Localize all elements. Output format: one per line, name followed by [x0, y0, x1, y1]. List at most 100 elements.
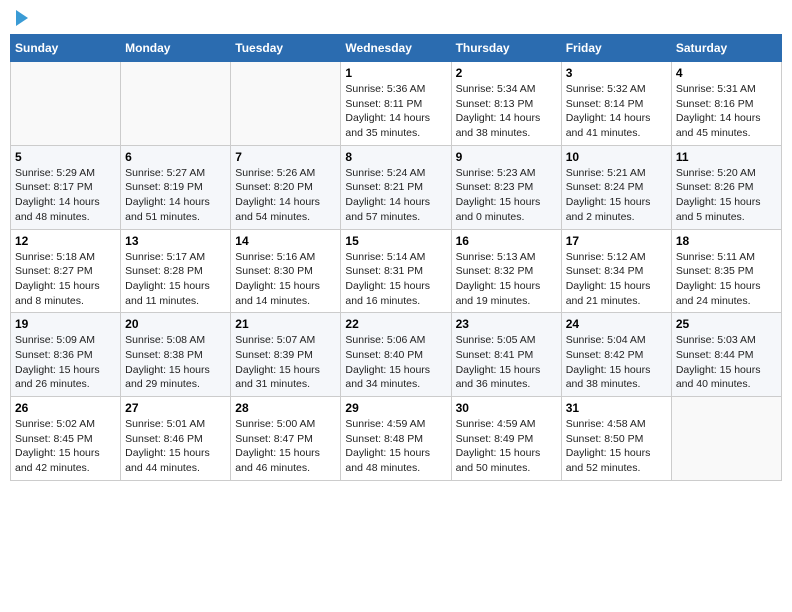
day-number: 5	[15, 150, 116, 164]
day-info: Sunrise: 5:34 AMSunset: 8:13 PMDaylight:…	[456, 82, 557, 141]
day-number: 21	[235, 317, 336, 331]
day-info: Sunrise: 4:59 AMSunset: 8:49 PMDaylight:…	[456, 417, 557, 476]
day-number: 18	[676, 234, 777, 248]
day-number: 17	[566, 234, 667, 248]
calendar-cell	[671, 397, 781, 481]
calendar-cell	[231, 62, 341, 146]
day-info: Sunrise: 4:58 AMSunset: 8:50 PMDaylight:…	[566, 417, 667, 476]
day-number: 26	[15, 401, 116, 415]
calendar-cell: 22Sunrise: 5:06 AMSunset: 8:40 PMDayligh…	[341, 313, 451, 397]
day-number: 4	[676, 66, 777, 80]
day-number: 27	[125, 401, 226, 415]
day-number: 15	[345, 234, 446, 248]
day-number: 2	[456, 66, 557, 80]
calendar-cell: 14 Sunrise: 5:16 AMSunset: 8:30 PMDayligh…	[231, 229, 341, 313]
calendar-cell: 15Sunrise: 5:14 AMSunset: 8:31 PMDayligh…	[341, 229, 451, 313]
day-number: 1	[345, 66, 446, 80]
day-info: Sunrise: 4:59 AMSunset: 8:48 PMDaylight:…	[345, 417, 446, 476]
calendar-cell: 20Sunrise: 5:08 AMSunset: 8:38 PMDayligh…	[121, 313, 231, 397]
logo-arrow-icon	[16, 10, 28, 26]
calendar-cell	[121, 62, 231, 146]
day-info: Sunrise: 5:23 AMSunset: 8:23 PMDaylight:…	[456, 166, 557, 225]
day-number: 19	[15, 317, 116, 331]
calendar-cell: 16Sunrise: 5:13 AMSunset: 8:32 PMDayligh…	[451, 229, 561, 313]
calendar-cell: 23 Sunrise: 5:05 AMSunset: 8:41 PMDayligh…	[451, 313, 561, 397]
calendar-cell: 2 Sunrise: 5:34 AMSunset: 8:13 PMDaylight…	[451, 62, 561, 146]
weekday-header-friday: Friday	[561, 35, 671, 62]
calendar-cell: 21 Sunrise: 5:07 AMSunset: 8:39 PMDayligh…	[231, 313, 341, 397]
day-number: 10	[566, 150, 667, 164]
calendar-cell: 17 Sunrise: 5:12 AMSunset: 8:34 PMDayligh…	[561, 229, 671, 313]
day-info: Sunrise: 5:18 AMSunset: 8:27 PMDaylight:…	[15, 250, 116, 309]
weekday-header-tuesday: Tuesday	[231, 35, 341, 62]
week-row-4: 26 Sunrise: 5:02 AMSunset: 8:45 PMDayligh…	[11, 397, 782, 481]
calendar-cell: 1 Sunrise: 5:36 AMSunset: 8:11 PMDaylight…	[341, 62, 451, 146]
day-number: 13	[125, 234, 226, 248]
calendar-cell: 8 Sunrise: 5:24 AMSunset: 8:21 PMDaylight…	[341, 145, 451, 229]
weekday-header-saturday: Saturday	[671, 35, 781, 62]
day-number: 7	[235, 150, 336, 164]
day-number: 29	[345, 401, 446, 415]
calendar-cell: 6Sunrise: 5:27 AMSunset: 8:19 PMDaylight…	[121, 145, 231, 229]
calendar-cell: 7Sunrise: 5:26 AMSunset: 8:20 PMDaylight…	[231, 145, 341, 229]
day-number: 14	[235, 234, 336, 248]
day-info: Sunrise: 5:09 AMSunset: 8:36 PMDaylight:…	[15, 333, 116, 392]
day-info: Sunrise: 5:16 AMSunset: 8:30 PMDaylight:…	[235, 250, 336, 309]
calendar-cell: 25 Sunrise: 5:03 AMSunset: 8:44 PMDayligh…	[671, 313, 781, 397]
calendar-cell: 18Sunrise: 5:11 AMSunset: 8:35 PMDayligh…	[671, 229, 781, 313]
day-number: 24	[566, 317, 667, 331]
day-info: Sunrise: 5:00 AMSunset: 8:47 PMDaylight:…	[235, 417, 336, 476]
weekday-header-row: SundayMondayTuesdayWednesdayThursdayFrid…	[11, 35, 782, 62]
day-info: Sunrise: 5:08 AMSunset: 8:38 PMDaylight:…	[125, 333, 226, 392]
day-info: Sunrise: 5:01 AMSunset: 8:46 PMDaylight:…	[125, 417, 226, 476]
calendar-cell: 11Sunrise: 5:20 AMSunset: 8:26 PMDayligh…	[671, 145, 781, 229]
day-number: 31	[566, 401, 667, 415]
weekday-header-monday: Monday	[121, 35, 231, 62]
day-info: Sunrise: 5:31 AMSunset: 8:16 PMDaylight:…	[676, 82, 777, 141]
day-number: 30	[456, 401, 557, 415]
day-number: 3	[566, 66, 667, 80]
day-number: 25	[676, 317, 777, 331]
calendar-cell: 5Sunrise: 5:29 AMSunset: 8:17 PMDaylight…	[11, 145, 121, 229]
day-number: 9	[456, 150, 557, 164]
day-number: 8	[345, 150, 446, 164]
calendar-cell: 29 Sunrise: 4:59 AMSunset: 8:48 PMDayligh…	[341, 397, 451, 481]
day-info: Sunrise: 5:21 AMSunset: 8:24 PMDaylight:…	[566, 166, 667, 225]
calendar-cell: 13 Sunrise: 5:17 AMSunset: 8:28 PMDayligh…	[121, 229, 231, 313]
calendar-table: SundayMondayTuesdayWednesdayThursdayFrid…	[10, 34, 782, 481]
calendar-cell: 28 Sunrise: 5:00 AMSunset: 8:47 PMDayligh…	[231, 397, 341, 481]
day-info: Sunrise: 5:12 AMSunset: 8:34 PMDaylight:…	[566, 250, 667, 309]
calendar-cell: 31 Sunrise: 4:58 AMSunset: 8:50 PMDayligh…	[561, 397, 671, 481]
day-info: Sunrise: 5:36 AMSunset: 8:11 PMDaylight:…	[345, 82, 446, 141]
calendar-cell: 12 Sunrise: 5:18 AMSunset: 8:27 PMDayligh…	[11, 229, 121, 313]
day-number: 28	[235, 401, 336, 415]
day-info: Sunrise: 5:05 AMSunset: 8:41 PMDaylight:…	[456, 333, 557, 392]
day-info: Sunrise: 5:24 AMSunset: 8:21 PMDaylight:…	[345, 166, 446, 225]
weekday-header-sunday: Sunday	[11, 35, 121, 62]
week-row-0: 1 Sunrise: 5:36 AMSunset: 8:11 PMDaylight…	[11, 62, 782, 146]
week-row-3: 19 Sunrise: 5:09 AMSunset: 8:36 PMDayligh…	[11, 313, 782, 397]
weekday-header-thursday: Thursday	[451, 35, 561, 62]
day-info: Sunrise: 5:13 AMSunset: 8:32 PMDaylight:…	[456, 250, 557, 309]
day-info: Sunrise: 5:04 AMSunset: 8:42 PMDaylight:…	[566, 333, 667, 392]
day-number: 6	[125, 150, 226, 164]
day-info: Sunrise: 5:02 AMSunset: 8:45 PMDaylight:…	[15, 417, 116, 476]
calendar-cell: 26 Sunrise: 5:02 AMSunset: 8:45 PMDayligh…	[11, 397, 121, 481]
day-info: Sunrise: 5:17 AMSunset: 8:28 PMDaylight:…	[125, 250, 226, 309]
day-info: Sunrise: 5:03 AMSunset: 8:44 PMDaylight:…	[676, 333, 777, 392]
calendar-cell	[11, 62, 121, 146]
week-row-2: 12 Sunrise: 5:18 AMSunset: 8:27 PMDayligh…	[11, 229, 782, 313]
logo	[14, 10, 28, 26]
day-number: 23	[456, 317, 557, 331]
day-number: 12	[15, 234, 116, 248]
calendar-cell: 19 Sunrise: 5:09 AMSunset: 8:36 PMDayligh…	[11, 313, 121, 397]
calendar-cell: 30 Sunrise: 4:59 AMSunset: 8:49 PMDayligh…	[451, 397, 561, 481]
day-info: Sunrise: 5:07 AMSunset: 8:39 PMDaylight:…	[235, 333, 336, 392]
week-row-1: 5Sunrise: 5:29 AMSunset: 8:17 PMDaylight…	[11, 145, 782, 229]
calendar-cell: 3Sunrise: 5:32 AMSunset: 8:14 PMDaylight…	[561, 62, 671, 146]
page-header	[10, 10, 782, 26]
calendar-cell: 10 Sunrise: 5:21 AMSunset: 8:24 PMDayligh…	[561, 145, 671, 229]
calendar-cell: 27 Sunrise: 5:01 AMSunset: 8:46 PMDayligh…	[121, 397, 231, 481]
day-number: 22	[345, 317, 446, 331]
day-number: 11	[676, 150, 777, 164]
